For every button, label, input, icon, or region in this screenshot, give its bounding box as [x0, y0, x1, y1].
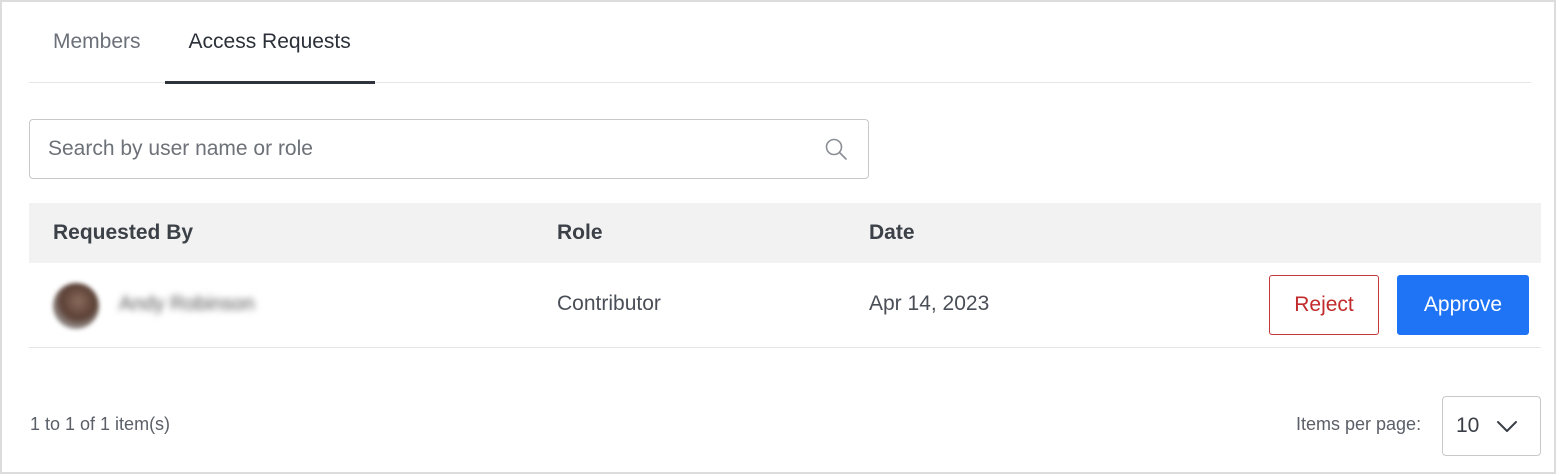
role-cell: Contributor [557, 292, 661, 315]
items-per-page-value: 10 [1456, 414, 1480, 437]
date-cell: Apr 14, 2023 [869, 292, 990, 315]
items-per-page-label: Items per page: [1296, 414, 1422, 434]
access-requests-panel: Members Access Requests Requested By Rol… [0, 0, 1556, 474]
search-icon[interactable] [824, 137, 848, 161]
table-row: Andy Robinson Contributor Apr 14, 2023 R… [29, 263, 1541, 348]
approve-button[interactable]: Approve [1397, 275, 1529, 335]
column-header-date[interactable]: Date [869, 221, 915, 245]
table-header: Requested By Role Date [29, 203, 1541, 263]
tab-bar: Members Access Requests [29, 2, 1531, 84]
search-box [29, 119, 869, 179]
search-input[interactable] [30, 120, 824, 178]
column-header-role[interactable]: Role [557, 221, 603, 245]
requester-name: Andy Robinson [119, 293, 255, 315]
items-per-page-select[interactable]: 10 [1442, 396, 1541, 456]
tab-access-requests[interactable]: Access Requests [164, 2, 376, 84]
reject-button[interactable]: Reject [1269, 275, 1379, 335]
avatar [53, 283, 99, 329]
chevron-down-icon [1497, 421, 1517, 432]
column-header-requested-by[interactable]: Requested By [53, 221, 193, 245]
tab-members[interactable]: Members [29, 2, 165, 82]
pagination-summary: 1 to 1 of 1 item(s) [30, 414, 171, 434]
